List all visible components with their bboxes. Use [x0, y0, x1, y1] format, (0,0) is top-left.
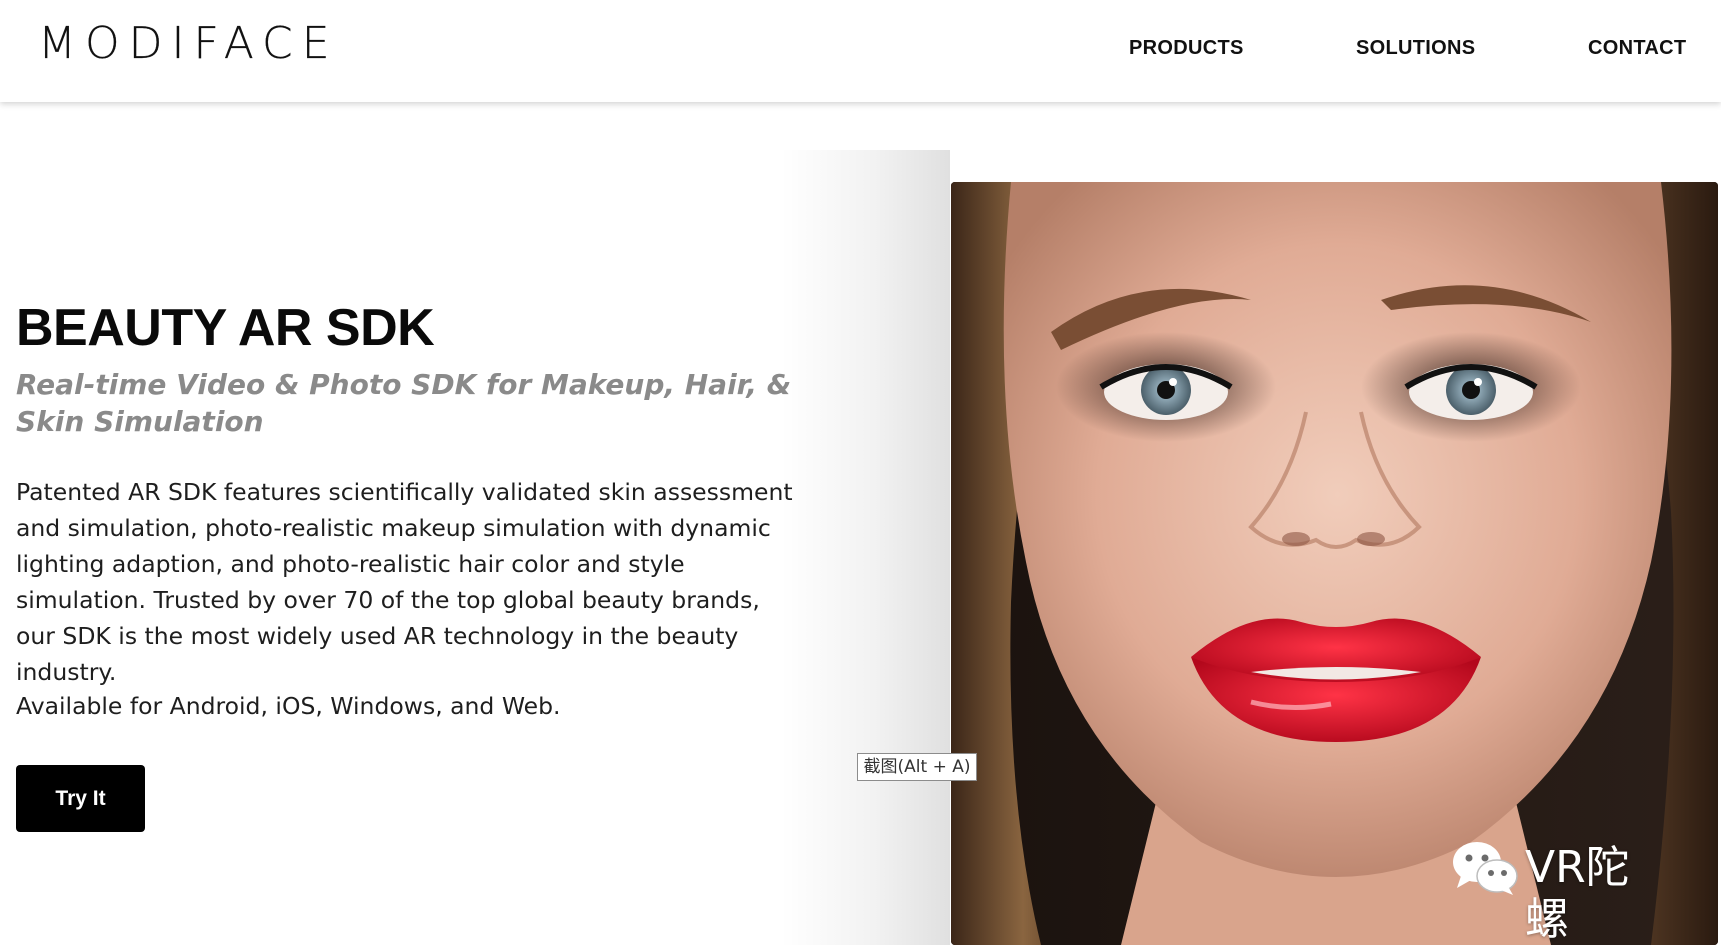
hero-subtitle: Real-time Video & Photo SDK for Makeup, … [16, 368, 792, 438]
wechat-icon [1453, 842, 1518, 895]
watermark-text: VR陀螺 [1525, 842, 1630, 945]
hero-image-shadow [780, 150, 950, 945]
watermark: VR陀螺 [1451, 836, 1671, 945]
modiface-logo[interactable]: MODIFACE [38, 21, 339, 66]
site-header: MODIFACE PRODUCTS SOLUTIONS CONTACT [0, 0, 1721, 102]
nav-products[interactable]: PRODUCTS [1129, 37, 1244, 60]
hero-availability: Available for Android, iOS, Windows, and… [16, 692, 561, 720]
nav-solutions[interactable]: SOLUTIONS [1356, 37, 1475, 60]
hero-description: Patented AR SDK features scientifically … [16, 478, 793, 686]
screenshot-tooltip: 截图(Alt + A) [857, 753, 977, 781]
model-face-illustration [951, 182, 1718, 945]
try-it-button[interactable]: Try It [16, 765, 145, 832]
hero-model-photo [951, 182, 1718, 945]
nav-contact[interactable]: CONTACT [1588, 37, 1686, 60]
hero-title: BEAUTY AR SDK [16, 299, 435, 357]
